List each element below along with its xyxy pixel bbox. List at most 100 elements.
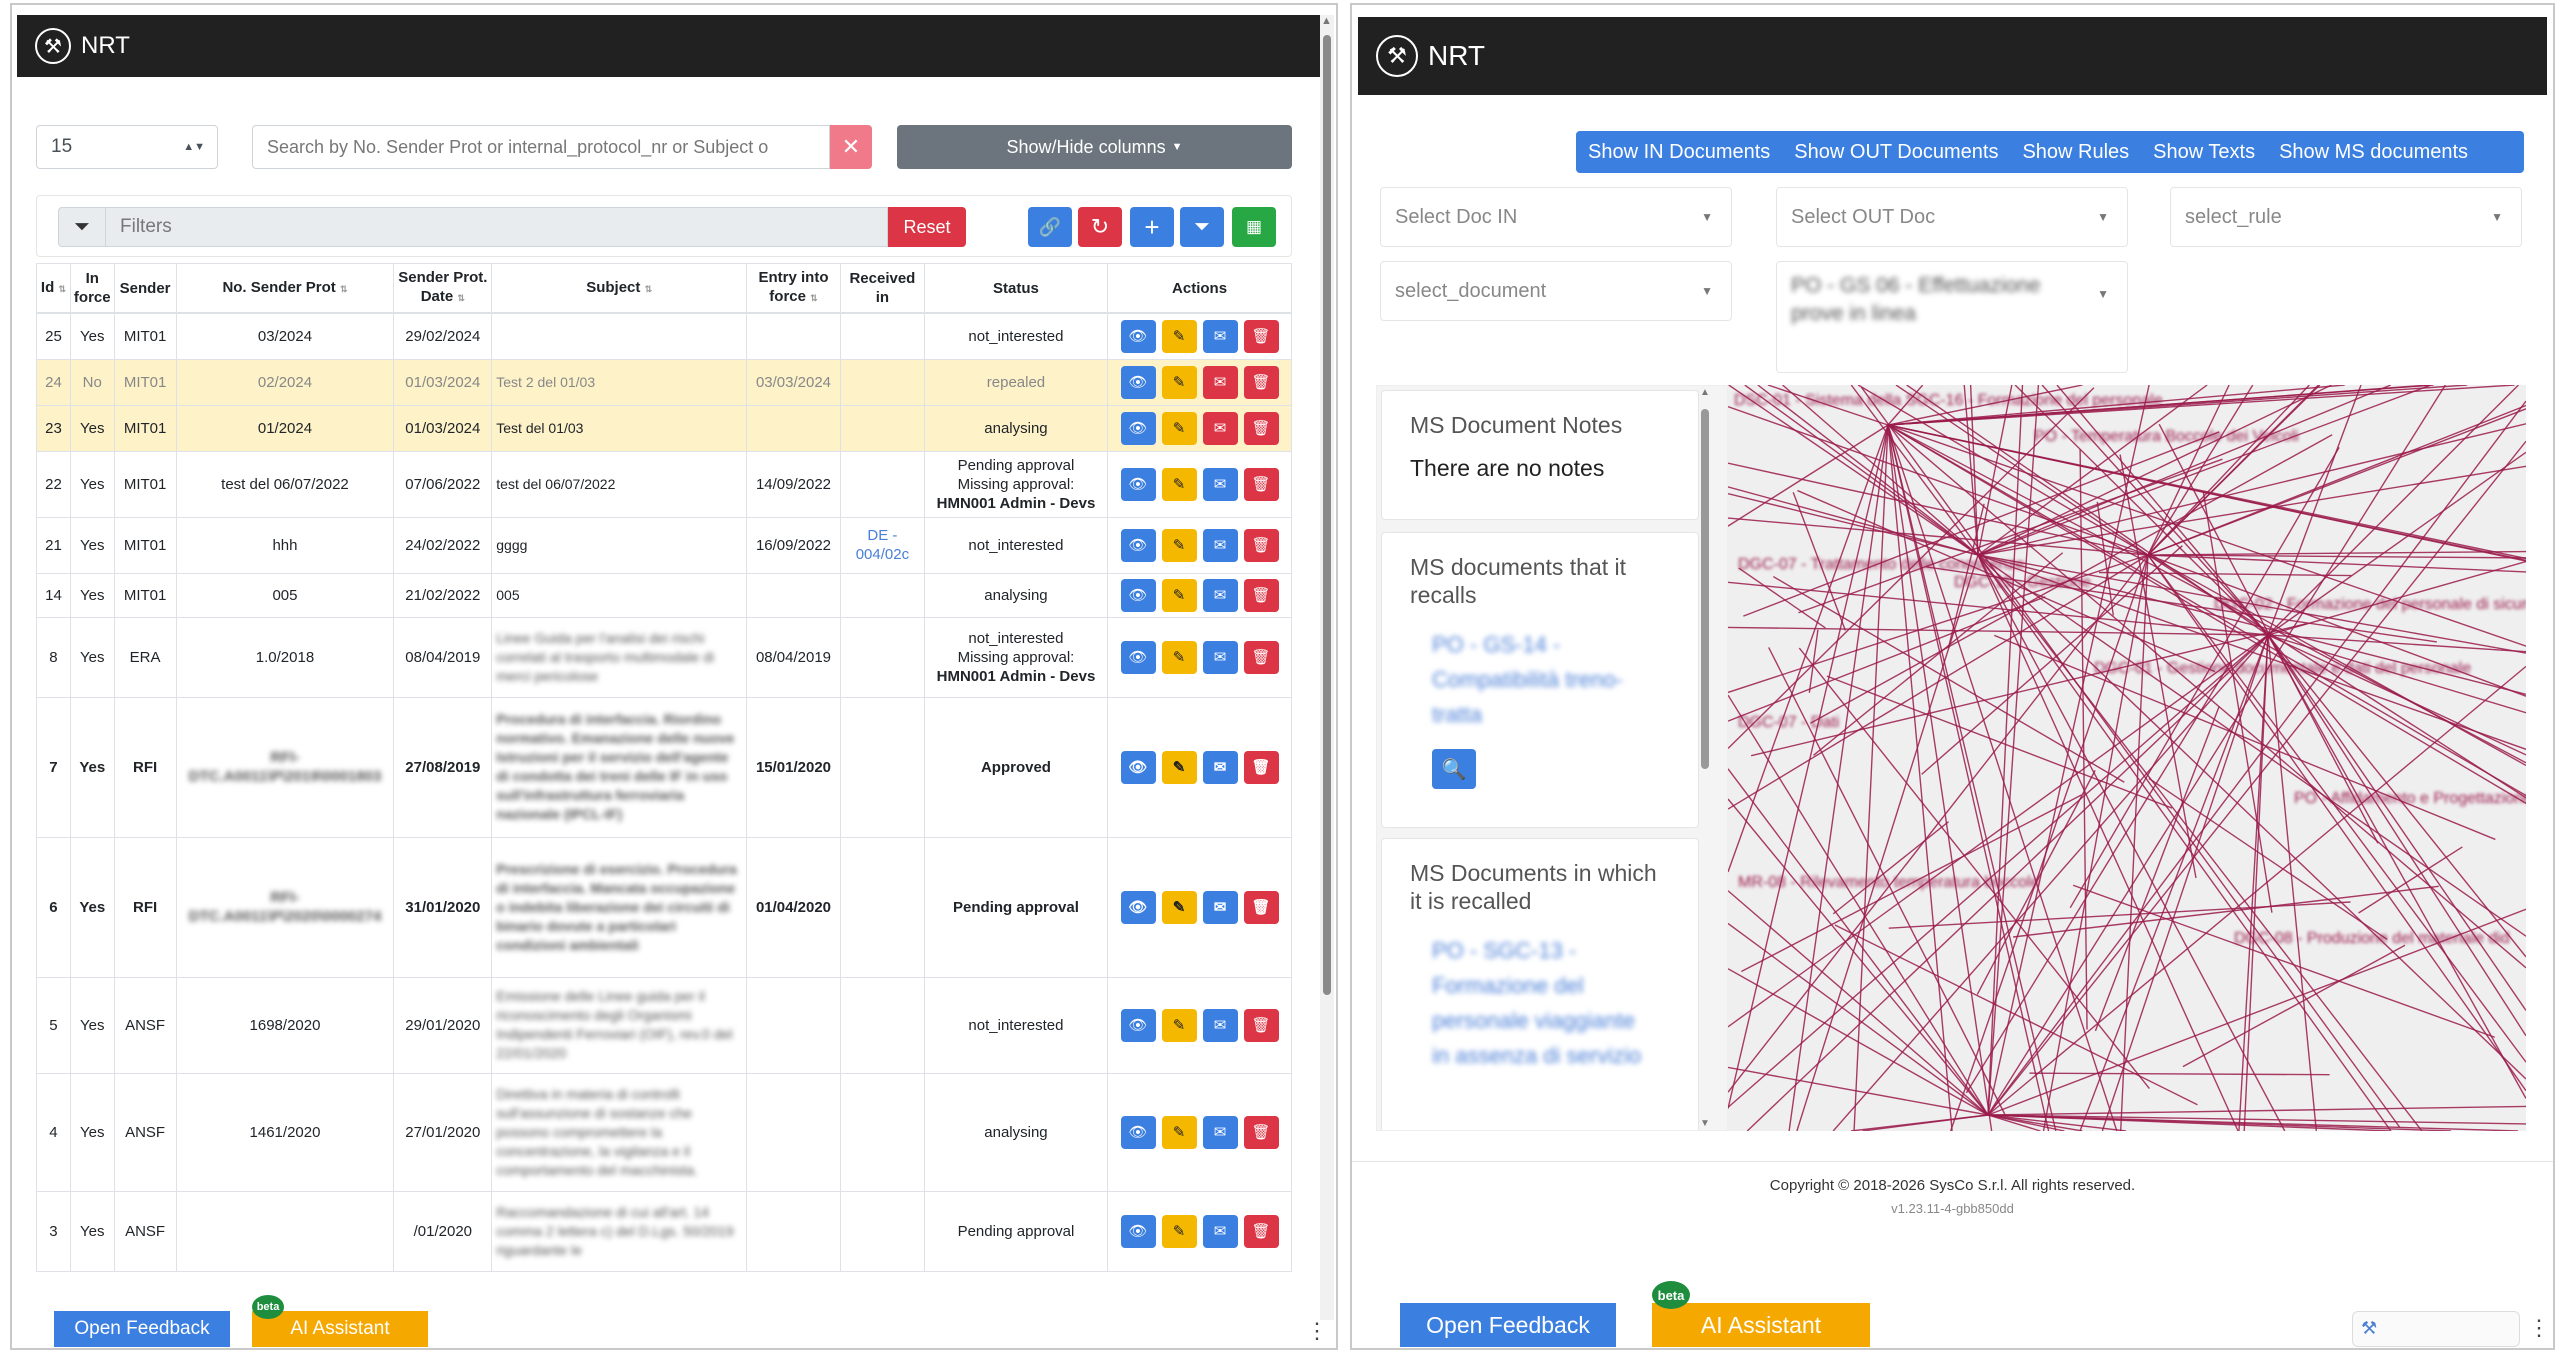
delete-button[interactable]: 🗑 bbox=[1243, 528, 1279, 562]
scroll-up-icon[interactable]: ▲ bbox=[1321, 15, 1332, 27]
table-row[interactable]: 8 Yes ERA 1.0/2018 08/04/2019 Linee Guida per… bbox=[36, 616, 1292, 698]
col-in-force[interactable]: In force bbox=[69, 263, 115, 314]
scroll-up-icon[interactable]: ▲ bbox=[1700, 387, 1710, 398]
select-document[interactable]: select_document ▼ bbox=[1380, 261, 1732, 321]
mail-button[interactable]: ✉ bbox=[1202, 578, 1238, 612]
cell-received[interactable] bbox=[839, 404, 925, 452]
view-button[interactable]: 👁 bbox=[1120, 1214, 1156, 1248]
mail-button[interactable]: ✉ bbox=[1202, 1214, 1238, 1248]
more-vertical-icon[interactable]: ⋮ bbox=[2528, 1315, 2550, 1341]
edit-button[interactable]: ✎ bbox=[1161, 528, 1197, 562]
cell-received[interactable] bbox=[839, 450, 925, 518]
view-button[interactable]: 👁 bbox=[1120, 365, 1156, 399]
graph-node-label[interactable]: MR-08 - Rilevamento temperatura boccole bbox=[1738, 874, 2040, 891]
view-button[interactable]: 👁 bbox=[1120, 467, 1156, 501]
more-vertical-icon[interactable]: ⋮ bbox=[1306, 1318, 1328, 1344]
clear-search-button[interactable]: ✕ bbox=[830, 125, 872, 169]
open-feedback-button[interactable]: Open Feedback bbox=[1400, 1303, 1616, 1347]
delete-button[interactable]: 🗑 bbox=[1243, 1214, 1279, 1248]
document-graph[interactable]: DSC-01 - Sistema della SGC-16 - Formazio… bbox=[1728, 385, 2526, 1131]
add-button[interactable]: + bbox=[1130, 207, 1174, 247]
reset-button[interactable]: Reset bbox=[888, 207, 966, 247]
col-received[interactable]: Received in bbox=[839, 263, 925, 314]
select-rule[interactable]: select_rule ▼ bbox=[2170, 187, 2522, 247]
delete-button[interactable]: 🗑 bbox=[1243, 1008, 1279, 1042]
scrollbar-thumb[interactable] bbox=[1701, 409, 1709, 769]
scroll-down-icon[interactable]: ▼ bbox=[1700, 1118, 1710, 1129]
select-out-doc[interactable]: Select OUT Doc ▼ bbox=[1776, 187, 2128, 247]
mail-button[interactable]: ✉ bbox=[1202, 1115, 1238, 1149]
graph-node-label[interactable]: PO - Affidamento e Progettazione Program… bbox=[2294, 790, 2526, 807]
col-id[interactable]: Id ⇅ bbox=[36, 263, 71, 314]
select-ms-document[interactable]: PO - GS 06 - Effettuazione prove in line… bbox=[1776, 261, 2128, 373]
filters-input[interactable]: Filters bbox=[106, 207, 888, 247]
nrt-logo-icon[interactable]: ⚒ bbox=[35, 28, 71, 64]
cell-received[interactable] bbox=[839, 1072, 925, 1192]
edit-button[interactable]: ✎ bbox=[1161, 411, 1197, 445]
select-doc-in[interactable]: Select Doc IN ▼ bbox=[1380, 187, 1732, 247]
cell-received[interactable] bbox=[839, 616, 925, 698]
edit-button[interactable]: ✎ bbox=[1161, 640, 1197, 674]
edit-button[interactable]: ✎ bbox=[1161, 467, 1197, 501]
view-button[interactable]: 👁 bbox=[1120, 890, 1156, 924]
status-pill[interactable]: ⚒ bbox=[2352, 1311, 2520, 1347]
table-row[interactable]: 22 Yes MIT01 test del 06/07/2022 07/06/2022 t… bbox=[36, 450, 1292, 518]
delete-button[interactable]: 🗑 bbox=[1243, 365, 1279, 399]
recalls-link[interactable]: PO - GS-14 - Compatibilità treno-tratta bbox=[1382, 609, 1698, 732]
scrollbar-thumb[interactable] bbox=[1323, 35, 1331, 995]
mail-button[interactable]: ✉ bbox=[1202, 890, 1238, 924]
search-recalls-button[interactable]: 🔍 bbox=[1432, 749, 1476, 789]
table-row[interactable]: 25 Yes MIT01 03/2024 29/02/2024 not_intereste… bbox=[36, 312, 1292, 360]
mail-button[interactable]: ✉ bbox=[1202, 365, 1238, 399]
edit-button[interactable]: ✎ bbox=[1161, 1008, 1197, 1042]
table-row[interactable]: 23 Yes MIT01 01/2024 01/03/2024 Test del 01/0… bbox=[36, 404, 1292, 452]
tab-in-documents[interactable]: Show IN Documents bbox=[1576, 131, 1782, 173]
show-hide-columns-button[interactable]: Show/Hide columns ▼ bbox=[897, 125, 1292, 169]
delete-button[interactable]: 🗑 bbox=[1243, 411, 1279, 445]
ai-assistant-button[interactable]: AI Assistant bbox=[252, 1311, 428, 1347]
table-row[interactable]: 3 Yes ANSF/01/2020 Raccomandazione di cui a… bbox=[36, 1190, 1292, 1272]
graph-node-label[interactable]: DGC-15 - Gestione bbox=[1954, 574, 2091, 591]
edit-button[interactable]: ✎ bbox=[1161, 890, 1197, 924]
graph-node-label[interactable]: DGC-07 - Trattamento delle conoscenze bbox=[1738, 556, 2024, 573]
graph-node-label[interactable]: DGC-01 - Gestione documentale e dati del… bbox=[2094, 660, 2471, 677]
refresh-button[interactable]: ↻ bbox=[1078, 207, 1122, 247]
cell-received[interactable] bbox=[839, 572, 925, 618]
cell-received-link[interactable]: DE - 004/02c bbox=[856, 527, 909, 563]
brand-name[interactable]: NRT bbox=[81, 32, 130, 60]
delete-button[interactable]: 🗑 bbox=[1243, 319, 1279, 353]
edit-button[interactable]: ✎ bbox=[1161, 1214, 1197, 1248]
delete-button[interactable]: 🗑 bbox=[1243, 467, 1279, 501]
delete-button[interactable]: 🗑 bbox=[1243, 578, 1279, 612]
delete-button[interactable]: 🗑 bbox=[1243, 640, 1279, 674]
mail-button[interactable]: ✉ bbox=[1202, 1008, 1238, 1042]
view-button[interactable]: 👁 bbox=[1120, 750, 1156, 784]
filter-button[interactable]: ⏷ bbox=[1180, 207, 1224, 247]
mail-button[interactable]: ✉ bbox=[1202, 319, 1238, 353]
view-button[interactable]: 👁 bbox=[1120, 1008, 1156, 1042]
view-button[interactable]: 👁 bbox=[1120, 528, 1156, 562]
table-row[interactable]: 7 Yes RFI RFI-DTC.A0011\P\2019\0001803 27/08… bbox=[36, 696, 1292, 838]
mail-button[interactable]: ✉ bbox=[1202, 750, 1238, 784]
open-feedback-button[interactable]: Open Feedback bbox=[54, 1311, 230, 1347]
col-status[interactable]: Status bbox=[923, 263, 1109, 314]
graph-node-label[interactable]: PO - Temperatura Boccole dei Veicoli bbox=[2034, 428, 2299, 445]
table-row[interactable]: 21 Yes MIT01 hhh 24/02/2022 gggg 16/09/2022 DE … bbox=[36, 516, 1292, 574]
edit-button[interactable]: ✎ bbox=[1161, 750, 1197, 784]
view-button[interactable]: 👁 bbox=[1120, 319, 1156, 353]
delete-button[interactable]: 🗑 bbox=[1243, 750, 1279, 784]
col-entry[interactable]: Entry into force ⇅ bbox=[746, 263, 841, 314]
tab-out-documents[interactable]: Show OUT Documents bbox=[1782, 131, 2010, 173]
mail-button[interactable]: ✉ bbox=[1202, 411, 1238, 445]
view-button[interactable]: 👁 bbox=[1120, 1115, 1156, 1149]
table-row[interactable]: 14 Yes MIT01 005 21/02/2022 005 analysing 👁 ✎ … bbox=[36, 572, 1292, 618]
cell-received[interactable] bbox=[839, 976, 925, 1074]
cell-received[interactable] bbox=[839, 358, 925, 406]
search-input[interactable]: Search by No. Sender Prot or internal_pr… bbox=[252, 125, 830, 169]
mail-button[interactable]: ✉ bbox=[1202, 528, 1238, 562]
ai-assistant-button[interactable]: AI Assistant bbox=[1652, 1303, 1870, 1347]
panel-scrollbar[interactable]: ▲ ▼ bbox=[1698, 385, 1712, 1131]
edit-button[interactable]: ✎ bbox=[1161, 319, 1197, 353]
cell-received[interactable] bbox=[839, 836, 925, 978]
edit-button[interactable]: ✎ bbox=[1161, 1115, 1197, 1149]
